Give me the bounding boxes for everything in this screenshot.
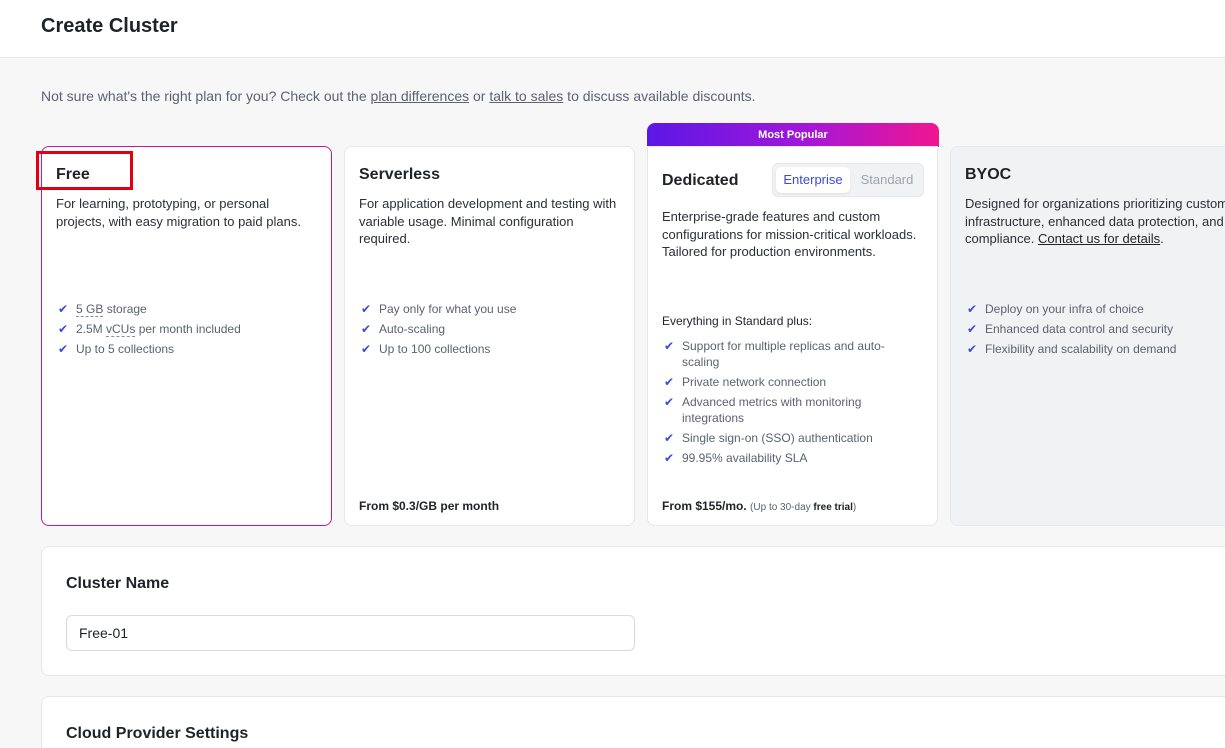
check-icon: ✔	[664, 339, 675, 353]
list-item: ✔ 5 GB storage	[58, 302, 147, 317]
edition-toggle: Enterprise Standard	[772, 163, 924, 197]
check-icon: ✔	[361, 302, 372, 316]
plan-description-dedicated: Enterprise-grade features and custom con…	[662, 209, 917, 259]
page-header: Create Cluster	[0, 0, 1225, 58]
check-icon: ✔	[967, 302, 978, 316]
list-item: ✔ Single sign-on (SSO) authentication	[664, 431, 873, 445]
plan-card-byoc[interactable]: BYOC Designed for organizations prioriti…	[950, 146, 1225, 526]
cluster-name-title: Cluster Name	[66, 575, 170, 592]
check-icon: ✔	[361, 322, 372, 336]
plan-price-serverless: From $0.3/GB per month	[359, 499, 500, 513]
list-item: ✔ Support for multiple replicas and auto-…	[664, 339, 885, 369]
plan-description-byoc: Designed for organizations prioritizing …	[965, 196, 1225, 246]
contact-us-link[interactable]: Contact us for details	[1038, 231, 1160, 246]
feature-list-dedicated: ✔ Support for multiple replicas and auto-…	[662, 338, 912, 470]
plan-title-serverless: Serverless	[359, 166, 440, 183]
check-icon: ✔	[664, 431, 675, 445]
list-item: ✔ Up to 5 collections	[58, 342, 175, 356]
list-item: ✔ Enhanced data control and security	[967, 322, 1174, 336]
most-popular-badge: Most Popular	[647, 123, 939, 147]
trial-note: (Up to 30-day free trial)	[750, 502, 857, 513]
list-item: ✔ Advanced metrics with monitoring integr…	[664, 395, 862, 425]
feature-list-free: ✔ 5 GB storage ✔ 2.5M vCUs per month inclu…	[56, 301, 241, 361]
talk-to-sales-link[interactable]: talk to sales	[489, 88, 563, 104]
feature-list-serverless: ✔ Pay only for what you use ✔ Auto-scaling…	[359, 301, 516, 361]
check-icon: ✔	[58, 342, 69, 356]
check-icon: ✔	[967, 342, 978, 356]
check-icon: ✔	[967, 322, 978, 336]
features-intro-label: Everything in Standard plus:	[662, 314, 813, 328]
plan-card-serverless[interactable]: Serverless For application development a…	[344, 146, 635, 526]
check-icon: ✔	[58, 322, 69, 336]
list-item: ✔ Up to 100 collections	[361, 342, 491, 356]
cluster-name-input[interactable]	[66, 615, 635, 651]
feature-list-byoc: ✔ Deploy on your infra of choice ✔ Enhance…	[965, 301, 1176, 361]
cloud-provider-title: Cloud Provider Settings	[66, 725, 249, 742]
plan-intro-text: Not sure what's the right plan for you? …	[41, 88, 756, 104]
selection-highlight-box	[36, 151, 133, 190]
toggle-standard[interactable]: Standard	[853, 167, 921, 193]
list-item: ✔ Pay only for what you use	[361, 302, 517, 316]
check-icon: ✔	[664, 375, 675, 389]
list-item: ✔ Auto-scaling	[361, 322, 446, 336]
plan-title-dedicated: Dedicated	[662, 172, 739, 189]
cluster-name-panel: Cluster Name	[41, 546, 1225, 676]
plan-card-free[interactable]: Free For learning, prototyping, or perso…	[41, 146, 332, 526]
plan-price-dedicated: From $155/mo. (Up to 30-day free trial)	[662, 499, 857, 513]
check-icon: ✔	[664, 451, 675, 465]
check-icon: ✔	[361, 342, 372, 356]
list-item: ✔ 2.5M vCUs per month included	[58, 322, 241, 337]
page-title: Create Cluster	[41, 15, 178, 37]
list-item: ✔ Deploy on your infra of choice	[967, 302, 1144, 316]
toggle-enterprise[interactable]: Enterprise	[776, 167, 850, 193]
list-item: ✔ Private network connection	[664, 375, 827, 389]
check-icon: ✔	[664, 395, 675, 409]
check-icon: ✔	[58, 302, 69, 316]
plan-title-byoc: BYOC	[965, 166, 1012, 183]
plan-description-free: For learning, prototyping, or personal p…	[56, 196, 301, 229]
cloud-provider-panel: Cloud Provider Settings	[41, 696, 1225, 748]
plan-description-serverless: For application development and testing …	[359, 196, 617, 246]
list-item: ✔ Flexibility and scalability on demand	[967, 342, 1177, 356]
plan-differences-link[interactable]: plan differences	[371, 88, 470, 104]
list-item: ✔ 99.95% availability SLA	[664, 451, 808, 465]
plan-card-dedicated[interactable]: Dedicated Enterprise Standard Enterprise…	[647, 146, 938, 526]
